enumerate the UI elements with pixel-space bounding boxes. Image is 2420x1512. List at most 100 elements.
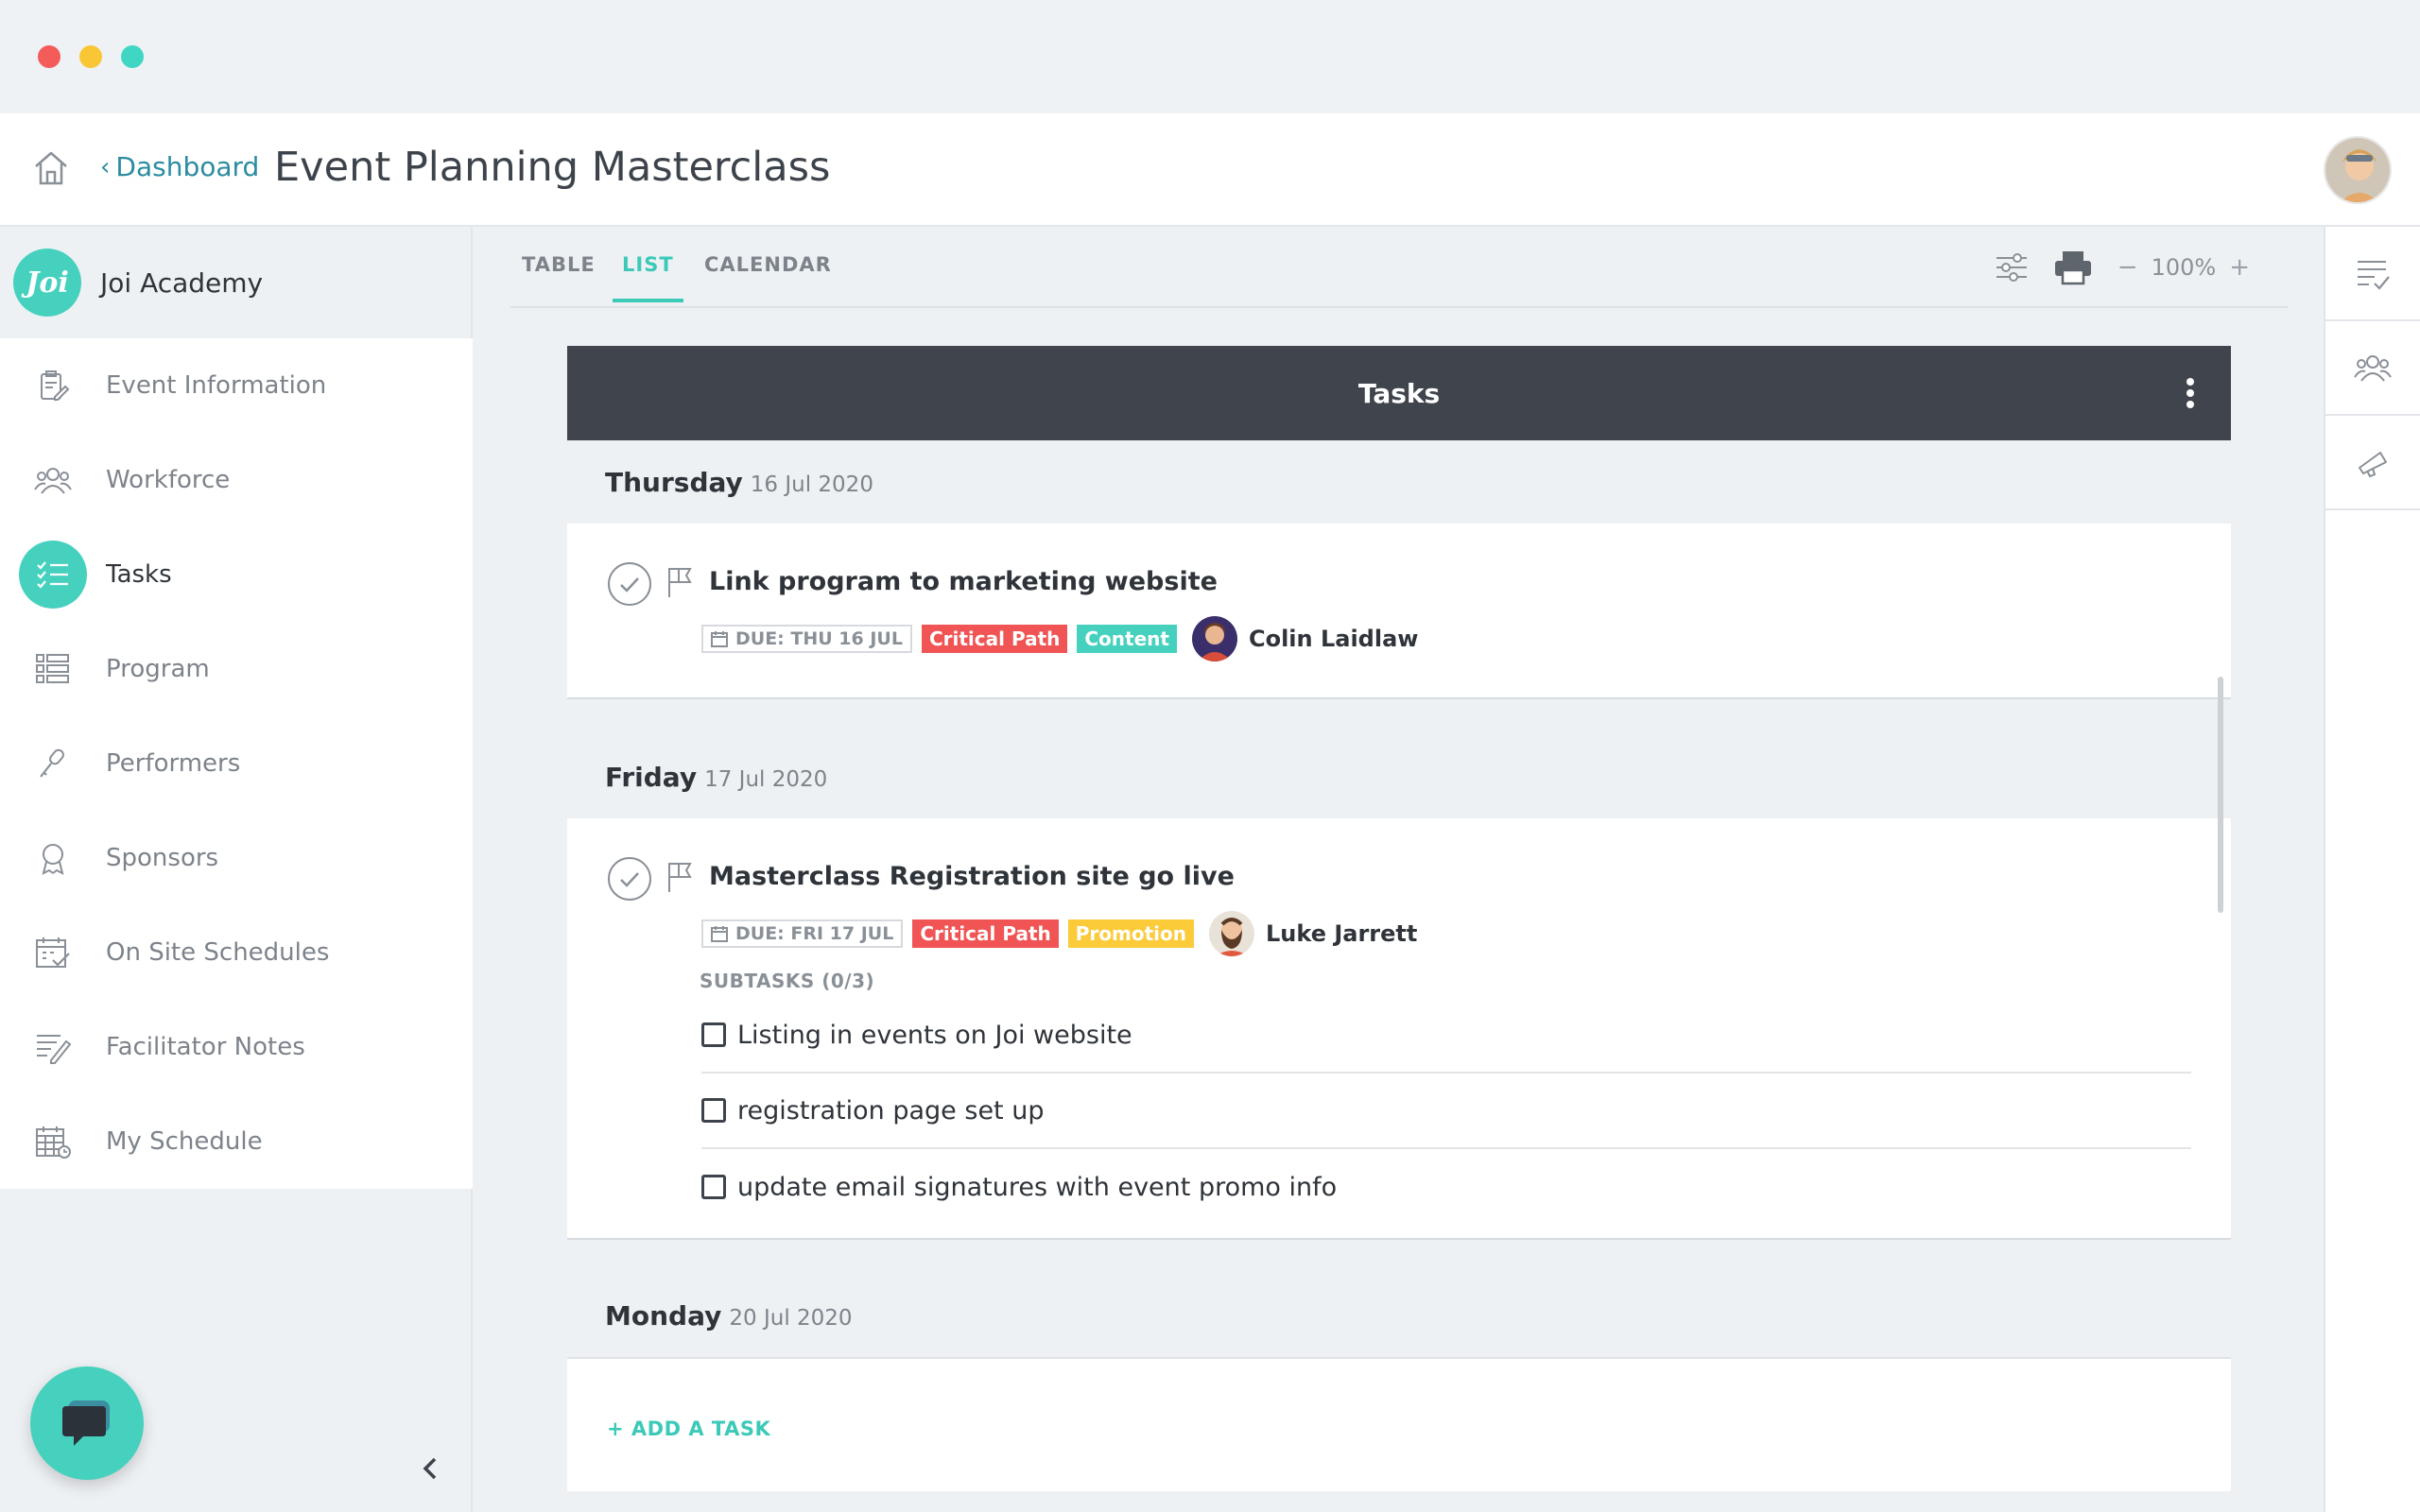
sidebar-item-tasks[interactable]: Tasks <box>0 527 473 622</box>
right-rail <box>2324 227 2420 1512</box>
subtask-text: registration page set up <box>737 1095 1045 1125</box>
flag-icon[interactable] <box>666 860 696 894</box>
subtask-text: Listing in events on Joi website <box>737 1020 1132 1050</box>
task-card[interactable]: Masterclass Registration site go live DU… <box>567 818 2231 1240</box>
calendar-icon <box>711 926 728 942</box>
sidebar-item-my-schedule[interactable]: My Schedule <box>0 1094 473 1189</box>
sidebar-item-label: Workforce <box>106 466 231 494</box>
due-date-text: DUE: FRI 17 JUL <box>735 923 894 944</box>
award-icon <box>19 824 87 892</box>
chat-support-button[interactable] <box>30 1366 144 1480</box>
complete-task-checkbox[interactable] <box>607 561 652 607</box>
day-heading: Monday 20 Jul 2020 <box>605 1300 853 1332</box>
day-date: 20 Jul 2020 <box>729 1306 853 1331</box>
list-check-icon <box>2358 261 2390 290</box>
subtask-checkbox[interactable] <box>701 1175 726 1199</box>
people-icon <box>19 446 87 514</box>
rail-tasks-button[interactable] <box>2325 227 2420 321</box>
zoom-control: − 100% + <box>2118 253 2250 282</box>
window-maximize-button[interactable] <box>121 45 144 68</box>
assignee-name: Colin Laidlaw <box>1248 626 1419 652</box>
chevron-left-icon <box>423 1457 437 1480</box>
window-close-button[interactable] <box>38 45 60 68</box>
sidebar-item-label: On Site Schedules <box>106 938 330 967</box>
subtask-item[interactable]: update email signatures with event promo… <box>701 1149 2191 1225</box>
filter-sliders-icon[interactable] <box>1995 252 2029 283</box>
notes-pen-icon <box>19 1013 87 1081</box>
due-date-badge: DUE: THU 16 JUL <box>701 625 912 653</box>
chevron-left-icon: ‹ <box>100 152 111 181</box>
day-date: 17 Jul 2020 <box>704 767 828 792</box>
day-date: 16 Jul 2020 <box>750 472 873 497</box>
sidebar-item-facilitator-notes[interactable]: Facilitator Notes <box>0 1000 473 1094</box>
tab-list[interactable]: LIST <box>613 253 683 302</box>
panel-title: Tasks <box>1357 377 1441 409</box>
day-name: Friday <box>605 762 698 793</box>
calendar-grid-icon <box>19 1108 87 1176</box>
day-heading: Friday 17 Jul 2020 <box>605 762 827 793</box>
view-tabs: TABLE LIST CALENDAR − 100% + <box>510 227 2288 308</box>
day-heading: Thursday 16 Jul 2020 <box>605 467 873 498</box>
zoom-out-button[interactable]: − <box>2118 253 2138 282</box>
complete-task-checkbox[interactable] <box>607 856 652 902</box>
sidebar-item-label: Performers <box>106 749 241 778</box>
subtask-text: update email signatures with event promo… <box>737 1172 1338 1202</box>
main-content: TABLE LIST CALENDAR − 100% + Tasks Thurs… <box>475 227 2324 1512</box>
subtask-item[interactable]: registration page set up <box>701 1074 2191 1149</box>
sidebar-item-on-site-schedules[interactable]: On Site Schedules <box>0 905 473 1000</box>
day-name: Monday <box>605 1300 722 1332</box>
subtask-checkbox[interactable] <box>701 1098 726 1123</box>
sidebar: Joi Joi Academy Event Information Workfo… <box>0 227 473 1512</box>
sidebar-item-performers[interactable]: Performers <box>0 716 473 811</box>
task-title[interactable]: Masterclass Registration site go live <box>709 862 1235 891</box>
window-minimize-button[interactable] <box>79 45 102 68</box>
zoom-level: 100% <box>2151 254 2217 281</box>
sidebar-item-event-information[interactable]: Event Information <box>0 338 473 433</box>
org-logo: Joi <box>13 249 81 317</box>
people-icon <box>2354 355 2392 382</box>
task-card[interactable]: Link program to marketing website DUE: T… <box>567 524 2231 699</box>
rail-announcements-button[interactable] <box>2325 416 2420 510</box>
add-task-button[interactable]: + ADD A TASK <box>607 1418 770 1440</box>
subtask-item[interactable]: Listing in events on Joi website <box>701 998 2191 1074</box>
task-meta: DUE: FRI 17 JUL Critical Path Promotion … <box>701 911 1417 956</box>
sidebar-item-label: Tasks <box>106 560 172 589</box>
day-name: Thursday <box>605 467 743 498</box>
user-avatar[interactable] <box>2324 136 2392 204</box>
sidebar-item-label: Facilitator Notes <box>106 1033 305 1061</box>
sidebar-item-label: Sponsors <box>106 844 219 872</box>
tag-content: Content <box>1077 625 1177 653</box>
page-title: Event Planning Masterclass <box>274 144 831 191</box>
tag-critical-path: Critical Path <box>921 625 1068 653</box>
sidebar-item-workforce[interactable]: Workforce <box>0 433 473 527</box>
clipboard-edit-icon <box>19 352 87 420</box>
tab-table[interactable]: TABLE <box>522 253 596 299</box>
collapse-sidebar-button[interactable] <box>416 1452 444 1486</box>
calendar-icon <box>711 631 728 647</box>
task-meta: DUE: THU 16 JUL Critical Path Content Co… <box>701 616 1418 662</box>
assignee[interactable]: Luke Jarrett <box>1209 911 1417 956</box>
zoom-in-button[interactable]: + <box>2229 253 2250 282</box>
rail-people-button[interactable] <box>2325 321 2420 416</box>
sidebar-item-program[interactable]: Program <box>0 622 473 716</box>
back-to-dashboard-link[interactable]: ‹ Dashboard <box>100 151 259 182</box>
due-date-text: DUE: THU 16 JUL <box>735 628 903 649</box>
task-title[interactable]: Link program to marketing website <box>709 567 1218 596</box>
assignee[interactable]: Colin Laidlaw <box>1191 616 1419 662</box>
add-task-footer: + ADD A TASK <box>567 1357 2231 1491</box>
print-icon[interactable] <box>2053 249 2093 285</box>
flag-icon[interactable] <box>666 565 696 599</box>
subtask-checkbox[interactable] <box>701 1022 726 1047</box>
org-name: Joi Academy <box>100 266 264 299</box>
home-icon[interactable] <box>32 149 70 187</box>
assignee-avatar <box>1209 911 1255 956</box>
tag-promotion: Promotion <box>1067 919 1195 948</box>
due-date-badge: DUE: FRI 17 JUL <box>701 919 904 948</box>
scrollbar[interactable] <box>2218 677 2223 913</box>
sidebar-item-label: My Schedule <box>106 1127 263 1156</box>
more-options-icon[interactable] <box>2186 374 2195 412</box>
sidebar-item-label: Event Information <box>106 371 327 400</box>
tab-calendar[interactable]: CALENDAR <box>704 253 832 299</box>
sidebar-item-sponsors[interactable]: Sponsors <box>0 811 473 905</box>
org-switcher[interactable]: Joi Joi Academy <box>0 227 473 338</box>
